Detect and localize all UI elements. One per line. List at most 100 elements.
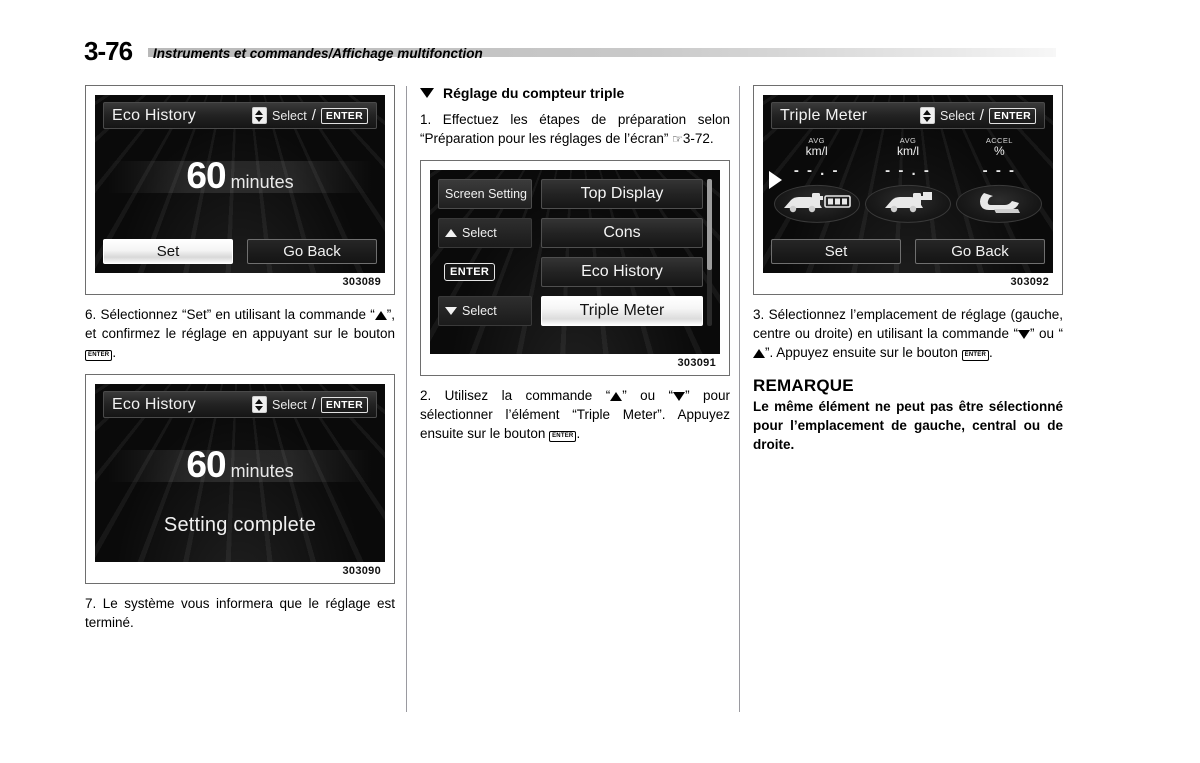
step-7-text: 7. Le système vous informera que le régl… [85, 596, 395, 630]
hint-slash: / [311, 107, 316, 124]
up-arrow-icon [753, 349, 765, 358]
mfd-titlebar: Eco History Select / ENTER [103, 391, 377, 418]
enter-button-icon: ENTER [549, 431, 577, 442]
down-arrow-icon [673, 392, 686, 401]
menu-item-triple-meter[interactable]: Triple Meter [541, 296, 703, 326]
pointing-hand-icon: ☞ [672, 132, 683, 146]
page-number: 3-76 [84, 36, 133, 66]
step-3-part-c: ”. Appuyez ensuite sur le bouton [765, 345, 962, 360]
mfd-button-row: Set Go Back [771, 239, 1045, 264]
triangle-down-icon [420, 88, 434, 98]
up-down-arrows-icon [919, 107, 935, 124]
car-fuel-trip-icon [884, 192, 932, 213]
enter-button-icon: ENTER [85, 350, 113, 361]
step-3-part-b: ” ou “ [1029, 326, 1063, 341]
go-back-button[interactable]: Go Back [247, 239, 377, 264]
column-middle: Réglage du compteur triple 1. Effectuez … [420, 85, 730, 443]
header-title: Instruments et commandes/Affichage multi… [153, 46, 483, 61]
enter-button-icon: ENTER [961, 350, 989, 361]
hint-select-label: Select [939, 108, 975, 123]
note-body: Le même élément ne peut pas être sélecti… [753, 399, 1063, 452]
figure-caption: 303092 [1010, 276, 1049, 288]
enter-key-icon: ENTER [988, 107, 1036, 124]
gauge-left-unit: km/l [805, 143, 828, 158]
up-arrow-icon [374, 311, 387, 320]
enter-control[interactable]: ENTER [438, 257, 532, 287]
page-header: 3-76 Instruments et commandes/Affichage … [0, 0, 1200, 72]
gauge-right-unit: % [993, 143, 1005, 158]
set-button[interactable]: Set [103, 239, 233, 264]
mfd-screen-title: Eco History [112, 106, 196, 124]
step-6-text: 6. Sélectionnez “Set” en utilisant la co… [85, 305, 395, 362]
up-select-control[interactable]: Select [438, 218, 532, 248]
figure-caption: 303091 [677, 357, 716, 369]
accel-pedal-icon [980, 193, 1021, 214]
eco-history-value-row: 60 minutes [95, 444, 385, 486]
mfd-hint: Select / ENTER [251, 107, 368, 124]
step-2-part-b: ” ou “ [622, 388, 674, 403]
up-down-arrows-icon [251, 396, 267, 413]
mfd-screen-title: Eco History [112, 395, 196, 413]
gauge-center-value: - - . - [885, 162, 931, 180]
mfd-screen-screen-setting: Screen Setting Select ENTER Select Top D… [430, 170, 720, 354]
menu-item-eco-history[interactable]: Eco History [541, 257, 703, 287]
enter-key-icon: ENTER [444, 263, 496, 281]
gauge-right-value: - - - [982, 162, 1016, 180]
down-arrow-icon [445, 307, 457, 315]
scrollbar[interactable] [707, 179, 712, 326]
hint-select-label: Select [271, 108, 307, 123]
triple-meter-gauges: AVG km/l - - . - AVG km/l - - . - ACCEL … [763, 137, 1053, 224]
gauge-left[interactable]: AVG km/l - - . - [771, 137, 862, 224]
step-2-part-a: 2. Utilisez la commande “ [420, 388, 611, 403]
figure-screen-setting-menu: Screen Setting Select ENTER Select Top D… [420, 160, 730, 376]
up-arrow-icon [445, 229, 457, 237]
go-back-button[interactable]: Go Back [915, 239, 1045, 264]
down-select-label: Select [462, 304, 497, 318]
column-divider-2 [739, 86, 740, 712]
mfd-titlebar: Eco History Select / ENTER [103, 102, 377, 129]
menu-left-controls: Screen Setting Select ENTER Select [438, 179, 532, 326]
gauge-left-value: - - . - [793, 162, 840, 180]
setting-complete-message: Setting complete [163, 514, 317, 536]
screen-setting-label: Screen Setting [438, 179, 532, 209]
menu-screen: Screen Setting Select ENTER Select Top D… [430, 170, 720, 335]
hint-slash: / [979, 107, 984, 124]
eco-history-unit: minutes [230, 172, 294, 192]
step-2-text: 2. Utilisez la commande “” ou “” pour sé… [420, 386, 730, 443]
gauge-center[interactable]: AVG km/l - - . - [862, 137, 953, 224]
up-select-label: Select [462, 226, 497, 240]
mfd-screen-setting-complete: Eco History Select / ENTER 60 minutes Set… [95, 384, 385, 562]
mfd-screen-title: Triple Meter [780, 106, 868, 124]
menu-item-cons[interactable]: Cons [541, 218, 703, 248]
mfd-hint: Select / ENTER [919, 107, 1036, 124]
gauge-right[interactable]: ACCEL % - - - [954, 137, 1045, 224]
eco-history-value: 60 [186, 444, 226, 485]
step-3-text: 3. Sélectionnez l’emplacement de réglage… [753, 305, 1063, 362]
mfd-screen-triple-meter: Triple Meter Select / ENTER AVG km/l - -… [763, 95, 1053, 273]
gauge-right-icon-area [954, 181, 1045, 224]
column-right: Triple Meter Select / ENTER AVG km/l - -… [753, 85, 1063, 454]
down-select-control[interactable]: Select [438, 296, 532, 326]
eco-history-unit: minutes [230, 461, 294, 481]
enter-key-icon: ENTER [320, 107, 368, 124]
section-heading: Réglage du compteur triple [420, 85, 730, 101]
set-button[interactable]: Set [771, 239, 901, 264]
menu-item-top-display[interactable]: Top Display [541, 179, 703, 209]
step-2-period: . [576, 426, 581, 441]
column-divider-1 [406, 86, 407, 712]
position-marker-icon [769, 171, 782, 190]
scrollbar-thumb[interactable] [707, 179, 712, 271]
figure-caption: 303089 [342, 276, 381, 288]
figure-triple-meter: Triple Meter Select / ENTER AVG km/l - -… [753, 85, 1063, 295]
step-3-part-a: 3. Sélectionnez l’emplacement de réglage… [753, 307, 1063, 341]
step-1-text: 1. Effectuez les étapes de préparation s… [420, 110, 730, 149]
section-heading-label: Réglage du compteur triple [443, 85, 625, 101]
mfd-titlebar: Triple Meter Select / ENTER [771, 102, 1045, 129]
mfd-screen-eco-history: Eco History Select / ENTER 60 minutes Set… [95, 95, 385, 273]
enter-key-icon: ENTER [320, 396, 368, 413]
up-down-arrows-icon [251, 107, 267, 124]
step-6-part-a: 6. Sélectionnez “Set” en utilisant la co… [85, 307, 375, 322]
hint-select-label: Select [271, 397, 307, 412]
down-arrow-icon [1017, 330, 1030, 339]
hint-slash: / [311, 396, 316, 413]
